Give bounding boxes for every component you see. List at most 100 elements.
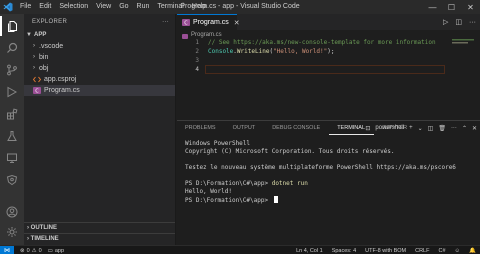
timeline-label: TIMELINE xyxy=(30,236,59,242)
terminal-line: PS D:\Formation\C#\app> xyxy=(185,196,456,204)
explorer-sidebar: EXPLORER ··· ▼ APP › .vscode › bin › obj… xyxy=(24,14,176,245)
project-status[interactable]: ▭ app xyxy=(48,248,64,254)
workspace-root[interactable]: ▼ APP xyxy=(24,30,175,41)
outline-section[interactable]: › OUTLINE xyxy=(24,222,175,233)
extensions-icon[interactable] xyxy=(0,104,24,124)
terminal-output[interactable]: Windows PowerShell Copyright (C) Microso… xyxy=(185,140,456,204)
chevron-down-icon: ▼ xyxy=(26,32,32,38)
project-label: app xyxy=(54,247,65,254)
end-of-line[interactable]: CRLF xyxy=(415,248,429,254)
run-icon[interactable]: ▷ xyxy=(443,18,448,26)
terminal-line: Hello, World! xyxy=(185,188,232,195)
timeline-section[interactable]: › TIMELINE xyxy=(24,233,175,244)
close-tab-icon[interactable]: ✕ xyxy=(234,19,240,27)
panel-actions: ⊡ powershell + ⌄ ◫ 🗑 ··· ⌃ ✕ xyxy=(365,121,477,135)
account-icon[interactable] xyxy=(0,202,24,222)
more-actions-icon[interactable]: ··· xyxy=(451,125,457,131)
line-number: 4 xyxy=(195,66,199,73)
menu-selection[interactable]: Selection xyxy=(55,0,92,14)
chevron-down-icon[interactable]: ⌄ xyxy=(418,125,423,132)
terminal-prompt: PS D:\Formation\C#\app> xyxy=(185,180,272,187)
trash-icon[interactable]: 🗑 xyxy=(438,125,446,132)
bottom-panel: PROBLEMS OUTPUT DEBUG CONSOLE TERMINAL J… xyxy=(177,120,480,245)
tab-problems[interactable]: PROBLEMS xyxy=(177,121,225,135)
maximize-icon[interactable]: ☐ xyxy=(442,0,461,14)
tree-item-obj[interactable]: › obj xyxy=(24,63,175,74)
language-mode[interactable]: C# xyxy=(438,248,445,254)
window-controls: — ☐ ✕ xyxy=(423,0,480,14)
csharp-file-icon: C xyxy=(182,19,190,27)
status-right: Ln 4, Col 1 Spaces: 4 UTF-8 with BOM CRL… xyxy=(296,246,476,254)
explorer-icon[interactable] xyxy=(0,16,24,36)
notifications-icon[interactable]: 🔔 xyxy=(469,248,476,254)
menu-view[interactable]: View xyxy=(92,0,115,14)
minimize-icon[interactable]: — xyxy=(423,0,442,14)
menu-go[interactable]: Go xyxy=(115,0,132,14)
indentation[interactable]: Spaces: 4 xyxy=(332,248,356,254)
testing-icon[interactable] xyxy=(0,126,24,146)
tab-output[interactable]: OUTPUT xyxy=(225,121,265,135)
new-terminal-icon[interactable]: + xyxy=(409,125,413,131)
run-debug-icon[interactable] xyxy=(0,82,24,102)
chevron-right-icon: › xyxy=(33,43,35,49)
minimap[interactable] xyxy=(450,38,480,120)
xml-file-icon xyxy=(32,76,42,83)
terminal-line: Windows PowerShell xyxy=(185,140,251,147)
file-encoding[interactable]: UTF-8 with BOM xyxy=(365,248,406,254)
problems-status[interactable]: ⊗ 0 ⚠ 0 xyxy=(20,248,42,254)
maximize-panel-icon[interactable]: ⌃ xyxy=(462,125,467,132)
remote-indicator-icon[interactable]: ⋈ xyxy=(0,246,14,254)
menu-run[interactable]: Run xyxy=(133,0,154,14)
menu-edit[interactable]: Edit xyxy=(35,0,55,14)
tab-debug-console[interactable]: DEBUG CONSOLE xyxy=(264,121,329,135)
svg-text:C: C xyxy=(35,89,39,94)
tree-item-label: .vscode xyxy=(39,43,64,50)
code-token: WriteLine xyxy=(236,48,270,55)
split-terminal-icon[interactable]: ◫ xyxy=(428,125,434,132)
close-icon[interactable]: ✕ xyxy=(461,0,480,14)
tab-label: Program.cs xyxy=(193,19,229,26)
status-left: ⋈ ⊗ 0 ⚠ 0 ▭ app xyxy=(0,246,64,254)
tree-item-bin[interactable]: › bin xyxy=(24,52,175,63)
code-editor[interactable]: 1 // See https://aka.ms/new-console-temp… xyxy=(177,38,480,74)
tree-item-vscode[interactable]: › .vscode xyxy=(24,41,175,52)
outline-label: OUTLINE xyxy=(30,225,58,231)
line-number: 2 xyxy=(195,48,199,55)
remote-explorer-icon[interactable] xyxy=(0,148,24,168)
more-actions-icon[interactable]: ··· xyxy=(469,19,476,26)
chevron-right-icon: › xyxy=(33,54,35,60)
line-number: 3 xyxy=(195,57,199,64)
docker-icon[interactable] xyxy=(0,170,24,190)
split-editor-icon[interactable]: ◫ xyxy=(455,18,462,26)
vscode-logo-icon xyxy=(0,0,16,14)
folder-icon: ▭ xyxy=(47,247,53,254)
explorer-title: EXPLORER xyxy=(32,19,68,25)
tree-item-program-cs[interactable]: C Program.cs xyxy=(24,85,175,96)
code-token: Console xyxy=(208,48,234,55)
search-icon[interactable] xyxy=(0,38,24,58)
more-actions-icon[interactable]: ··· xyxy=(162,14,169,30)
tree-item-label: obj xyxy=(39,65,49,72)
tab-program-cs[interactable]: C Program.cs ✕ xyxy=(177,14,240,30)
menu-terminal[interactable]: Terminal xyxy=(153,0,187,14)
editor-tabs: C Program.cs ✕ ▷ ◫ ··· xyxy=(177,14,480,30)
cursor-position[interactable]: Ln 4, Col 1 xyxy=(296,248,323,254)
warning-count: 0 xyxy=(38,247,42,254)
csharp-file-icon: C xyxy=(33,87,41,95)
menu-help[interactable]: Help xyxy=(188,0,210,14)
manage-gear-icon[interactable] xyxy=(0,222,24,242)
code-token: ); xyxy=(327,48,335,55)
tree-item-app-csproj[interactable]: app.csproj xyxy=(24,74,175,85)
feedback-icon[interactable]: ☺ xyxy=(455,248,461,254)
status-bar: ⋈ ⊗ 0 ⚠ 0 ▭ app Ln 4, Col 1 Spaces: 4 UTF-8… xyxy=(0,245,480,254)
terminal-line: Testez le nouveau système multiplateform… xyxy=(185,164,456,171)
close-panel-icon[interactable]: ✕ xyxy=(472,125,477,132)
terminal-line: PS D:\Formation\C#\app> dotnet run xyxy=(185,180,456,188)
csharp-file-icon xyxy=(182,33,188,39)
source-control-icon[interactable] xyxy=(0,60,24,80)
workspace-root-label: APP xyxy=(34,32,47,38)
shell-label[interactable]: powershell xyxy=(375,125,404,131)
menu-file[interactable]: File xyxy=(16,0,35,14)
